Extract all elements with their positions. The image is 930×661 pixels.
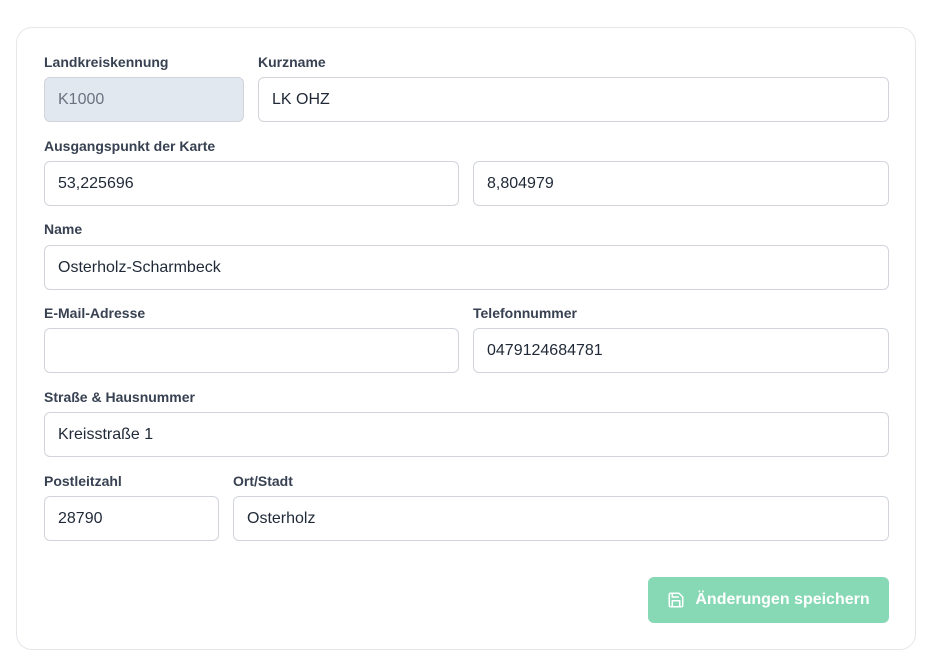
name-field[interactable] [44, 245, 889, 290]
district-id-field [44, 77, 244, 122]
phone-label: Telefonnummer [473, 305, 577, 321]
postal-code-label: Postleitzahl [44, 473, 122, 489]
short-name-label: Kurzname [258, 54, 326, 70]
map-origin-longitude-field[interactable] [473, 161, 889, 206]
save-button-label: Änderungen speichern [695, 591, 870, 608]
save-icon [667, 591, 685, 609]
email-field[interactable] [44, 328, 459, 373]
map-origin-latitude-field[interactable] [44, 161, 459, 206]
street-label: Straße & Hausnummer [44, 389, 195, 405]
email-label: E-Mail-Adresse [44, 305, 146, 321]
map-origin-label: Ausgangspunkt der Karte [44, 138, 216, 154]
phone-field[interactable] [473, 328, 889, 373]
save-button[interactable]: Änderungen speichern [648, 577, 889, 623]
short-name-field[interactable] [258, 77, 889, 122]
street-field[interactable] [44, 412, 889, 457]
city-field[interactable] [233, 496, 889, 541]
name-label: Name [44, 221, 83, 237]
postal-code-field[interactable] [44, 496, 219, 541]
city-label: Ort/Stadt [233, 473, 293, 489]
district-id-label: Landkreiskennung [44, 54, 169, 70]
